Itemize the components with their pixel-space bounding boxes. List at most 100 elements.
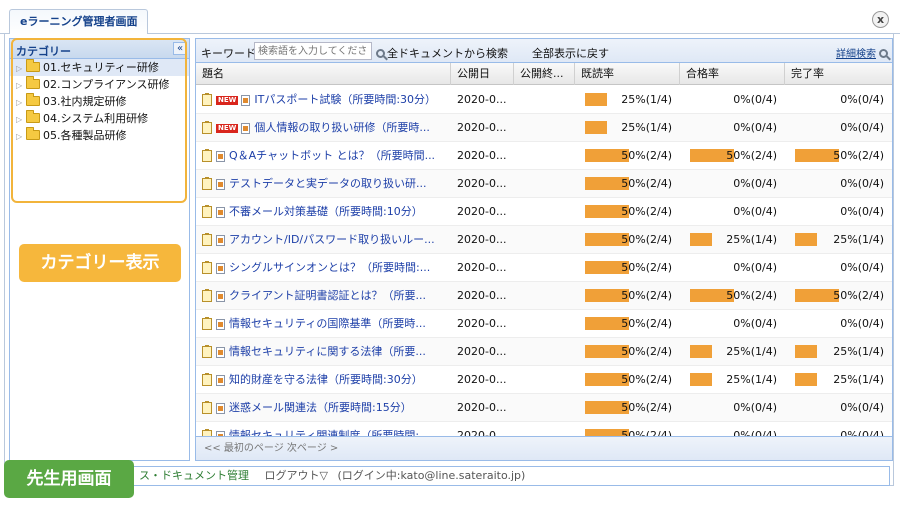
folder-icon	[26, 76, 40, 89]
read-rate-cell: 50%(2/4)	[575, 310, 680, 338]
close-icon[interactable]: x	[872, 11, 889, 28]
document-icon	[216, 346, 225, 358]
column-completion-rate[interactable]: 完了率	[785, 63, 892, 85]
document-title-link[interactable]: 情報セキュリティの国際基準（所要時...	[229, 310, 426, 338]
document-title-link[interactable]: 情報セキュリティに関する法律（所要...	[229, 338, 426, 366]
title-cell[interactable]: 情報セキュリティ関連制度（所要時間:...	[196, 422, 451, 437]
document-title-link[interactable]: 情報セキュリティ関連制度（所要時間:...	[229, 422, 430, 437]
document-title-link[interactable]: 不審メール対策基礎（所要時間:10分）	[229, 198, 423, 226]
document-title-link[interactable]: シングルサインオンとは？（所要時間:...	[229, 254, 430, 282]
end-date-cell	[514, 114, 575, 142]
document-title-link[interactable]: 個人情報の取り扱い研修（所要時...	[254, 114, 430, 142]
clipboard-icon	[202, 233, 212, 246]
pass-rate-cell-text: 0%(0/4)	[733, 261, 777, 274]
title-cell[interactable]: 不審メール対策基礎（所要時間:10分）	[196, 198, 451, 226]
pass-rate-cell-text: 0%(0/4)	[733, 205, 777, 218]
completion-rate-cell: 25%(1/4)	[785, 226, 892, 254]
column-read-rate[interactable]: 既読率	[575, 63, 680, 85]
title-cell[interactable]: 情報セキュリティに関する法律（所要...	[196, 338, 451, 366]
completion-rate-cell: 0%(0/4)	[785, 198, 892, 226]
document-title-link[interactable]: テストデータと実データの取り扱い研...	[229, 170, 427, 198]
table-row[interactable]: 情報セキュリティに関する法律（所要... 2020-0... 50%(2/4) 25%…	[196, 338, 892, 366]
table-row[interactable]: Q＆Aチャットボット とは？（所要時間... 2020-0... 50%(2/4) 5…	[196, 142, 892, 170]
category-item[interactable]: ▷ 05.各種製品研修	[10, 127, 189, 144]
completion-rate-cell: 25%(1/4)	[785, 366, 892, 394]
category-item[interactable]: ▷ 01.セキュリティー研修	[10, 59, 189, 76]
completion-rate-cell-bar	[795, 373, 817, 386]
open-date-cell: 2020-0...	[457, 149, 507, 162]
column-end-date[interactable]: 公開終...	[514, 63, 575, 85]
table-row[interactable]: アカウント/ID/パスワード取り扱いルー... 2020-0... 50%(2/4)…	[196, 226, 892, 254]
expand-arrow-icon[interactable]: ▷	[16, 60, 26, 77]
table-row[interactable]: テストデータと実データの取り扱い研... 2020-0... 50%(2/4) 0%(…	[196, 170, 892, 198]
keyword-input[interactable]	[254, 42, 372, 60]
advanced-search-link[interactable]: 詳細検索	[836, 45, 888, 60]
table-row[interactable]: NEW ITパスポート試験（所要時間:30分） 2020-0... 25%(1/4) 0…	[196, 86, 892, 114]
read-rate-cell-text: 50%(2/4)	[621, 233, 672, 246]
expand-arrow-icon[interactable]: ▷	[16, 111, 26, 128]
end-date-cell	[514, 142, 575, 170]
title-cell[interactable]: NEW 個人情報の取り扱い研修（所要時...	[196, 114, 451, 142]
read-rate-cell: 25%(1/4)	[575, 86, 680, 114]
table-row[interactable]: 不審メール対策基礎（所要時間:10分） 2020-0... 50%(2/4) 0%(0…	[196, 198, 892, 226]
table-row[interactable]: NEW 個人情報の取り扱い研修（所要時... 2020-0... 25%(1/4) 0%…	[196, 114, 892, 142]
collapse-sidebar-button[interactable]: «	[173, 42, 187, 55]
folder-icon	[26, 59, 40, 72]
title-cell[interactable]: テストデータと実データの取り扱い研...	[196, 170, 451, 198]
completion-rate-cell: 0%(0/4)	[785, 86, 892, 114]
document-title-link[interactable]: Q＆Aチャットボット とは？（所要時間...	[229, 142, 435, 170]
completion-rate-cell: 25%(1/4)	[785, 338, 892, 366]
pass-rate-cell-bar	[690, 233, 712, 246]
document-title-link[interactable]: 迷惑メール関連法（所要時間:15分）	[229, 394, 412, 422]
title-cell[interactable]: Q＆Aチャットボット とは？（所要時間...	[196, 142, 451, 170]
table-row[interactable]: 知的財産を守る法律（所要時間:30分） 2020-0... 50%(2/4) 25%(…	[196, 366, 892, 394]
document-management-link[interactable]: ス・ドキュメント管理	[139, 469, 249, 482]
expand-arrow-icon[interactable]: ▷	[16, 77, 26, 94]
search-all-button[interactable]: 全ドキュメントから検索	[376, 45, 508, 61]
title-cell[interactable]: クライアント証明書認証とは？（所要...	[196, 282, 451, 310]
end-date-cell	[514, 254, 575, 282]
pass-rate-cell: 25%(1/4)	[680, 366, 785, 394]
title-cell[interactable]: 知的財産を守る法律（所要時間:30分）	[196, 366, 451, 394]
document-title-link[interactable]: 知的財産を守る法律（所要時間:30分）	[229, 366, 423, 394]
title-cell[interactable]: 迷惑メール関連法（所要時間:15分）	[196, 394, 451, 422]
read-rate-cell: 50%(2/4)	[575, 254, 680, 282]
document-title-link[interactable]: アカウント/ID/パスワード取り扱いルー...	[229, 226, 435, 254]
document-title-link[interactable]: ITパスポート試験（所要時間:30分）	[254, 86, 436, 114]
column-pass-rate[interactable]: 合格率	[680, 63, 785, 85]
folder-icon	[26, 127, 40, 140]
title-cell[interactable]: シングルサインオンとは？（所要時間:...	[196, 254, 451, 282]
completion-rate-cell-text: 0%(0/4)	[840, 93, 884, 106]
column-open-date[interactable]: 公開日	[451, 63, 514, 85]
read-rate-cell-text: 50%(2/4)	[621, 373, 672, 386]
column-title[interactable]: 題名	[196, 63, 451, 85]
logout-link[interactable]: ログアウト▽	[265, 469, 328, 482]
table-row[interactable]: シングルサインオンとは？（所要時間:... 2020-0... 50%(2/4) 0%…	[196, 254, 892, 282]
document-title-link[interactable]: クライアント証明書認証とは？（所要...	[229, 282, 426, 310]
read-rate-cell: 50%(2/4)	[575, 422, 680, 437]
category-item[interactable]: ▷ 02.コンプライアンス研修	[10, 76, 189, 93]
pass-rate-cell: 0%(0/4)	[680, 310, 785, 338]
read-rate-cell-text: 50%(2/4)	[621, 149, 672, 162]
show-all-button[interactable]: 全部表示に戻す	[532, 45, 609, 61]
table-row[interactable]: クライアント証明書認証とは？（所要... 2020-0... 50%(2/4) 50%…	[196, 282, 892, 310]
app-tab[interactable]: eラーニング管理者画面	[9, 9, 149, 35]
read-rate-cell-text: 50%(2/4)	[621, 345, 672, 358]
expand-arrow-icon[interactable]: ▷	[16, 94, 26, 111]
pass-rate-cell-text: 25%(1/4)	[726, 345, 777, 358]
table-row[interactable]: 情報セキュリティの国際基準（所要時... 2020-0... 50%(2/4) 0%(…	[196, 310, 892, 338]
category-item[interactable]: ▷ 03.社内規定研修	[10, 93, 189, 110]
read-rate-cell: 50%(2/4)	[575, 198, 680, 226]
title-cell[interactable]: アカウント/ID/パスワード取り扱いルー...	[196, 226, 451, 254]
table-row[interactable]: 情報セキュリティ関連制度（所要時間:... 2020-0... 50%(2/4) 0%…	[196, 422, 892, 437]
category-label: 05.各種製品研修	[43, 129, 127, 142]
title-cell[interactable]: NEW ITパスポート試験（所要時間:30分）	[196, 86, 451, 114]
pager[interactable]: << 最初のページ 次ページ >	[196, 436, 892, 460]
table-row[interactable]: 迷惑メール関連法（所要時間:15分） 2020-0... 50%(2/4) 0%(0/…	[196, 394, 892, 422]
category-item[interactable]: ▷ 04.システム利用研修	[10, 110, 189, 127]
completion-rate-cell-text: 50%(2/4)	[833, 289, 884, 302]
title-cell[interactable]: 情報セキュリティの国際基準（所要時...	[196, 310, 451, 338]
completion-rate-cell-text: 0%(0/4)	[840, 177, 884, 190]
read-rate-cell-text: 50%(2/4)	[621, 401, 672, 414]
expand-arrow-icon[interactable]: ▷	[16, 128, 26, 145]
